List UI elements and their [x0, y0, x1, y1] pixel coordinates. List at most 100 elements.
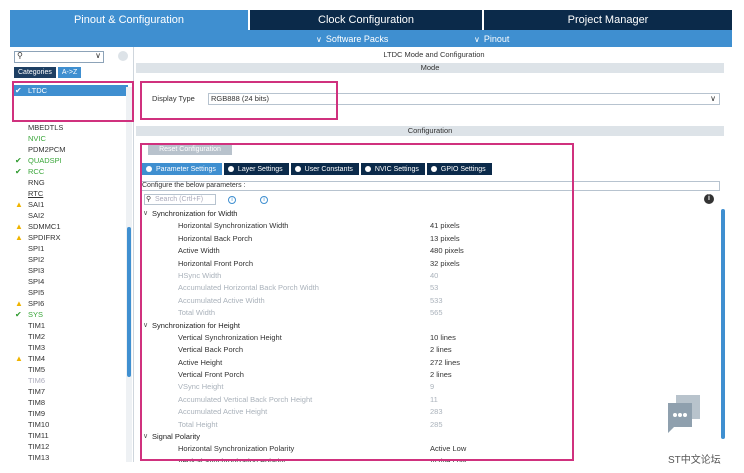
parameter-value[interactable]: Active Low	[430, 456, 466, 462]
peripheral-item[interactable]: TIM2	[14, 331, 128, 342]
parameter-row[interactable]: Horizontal Back Porch 13 pixels	[142, 233, 718, 245]
parameter-value[interactable]: 32 pixels	[430, 258, 460, 270]
parameter-name: HSync Width	[178, 270, 222, 280]
parameter-name: Horizontal Synchronization Polarity	[178, 444, 295, 454]
config-tab-nvic-settings[interactable]: NVIC Settings	[360, 163, 425, 175]
peripheral-item[interactable]: ▲ SAI1	[14, 199, 128, 210]
peripheral-item[interactable]: TIM12	[14, 441, 128, 452]
peripheral-item[interactable]: ✔ QUADSPI	[14, 155, 128, 166]
peripheral-item[interactable]: TIM13	[14, 452, 128, 462]
tab-pinout-configuration[interactable]: Pinout & Configuration	[10, 10, 248, 30]
peripheral-item[interactable]: TIM7	[14, 386, 128, 397]
peripheral-item[interactable]: PDM2PCM	[14, 144, 128, 155]
peripheral-item[interactable]: ✔ SYS	[14, 309, 128, 320]
chevron-down-icon[interactable]: ∨	[143, 431, 148, 443]
peripheral-item[interactable]: ▲ SPDIFRX	[14, 232, 128, 243]
parameter-row[interactable]: Horizontal Synchronization Width 41 pixel…	[142, 220, 718, 232]
peripheral-item[interactable]: TIM8	[14, 397, 128, 408]
parameter-row[interactable]: Horizontal Synchronization Polarity Activ…	[142, 443, 718, 455]
parameter-value[interactable]: 2 lines	[430, 369, 452, 381]
check-icon: ✔	[15, 156, 22, 165]
peripheral-item[interactable]: SPI5	[14, 287, 128, 298]
peripheral-item[interactable]: NVIC	[14, 133, 128, 144]
parameter-row[interactable]: Active Width 480 pixels	[142, 245, 718, 257]
warning-icon: ▲	[15, 200, 23, 209]
tab-categories[interactable]: Categories	[14, 67, 56, 78]
parameter-scrollbar[interactable]	[720, 207, 726, 462]
peripheral-item[interactable]: SPI2	[14, 254, 128, 265]
search-icon: ⚲	[146, 196, 152, 203]
peripheral-item[interactable]: ✔ LTDC	[14, 85, 128, 96]
parameter-value[interactable]: 2 lines	[430, 344, 452, 356]
peripheral-scrollbar[interactable]	[126, 87, 132, 462]
gear-icon[interactable]	[118, 51, 128, 61]
peripheral-item[interactable]: TIM9	[14, 408, 128, 419]
parameter-group[interactable]: ∨ Synchronization for Height	[142, 320, 718, 332]
info-icon[interactable]: i	[260, 196, 268, 204]
peripheral-item[interactable]: TIM11	[14, 430, 128, 441]
config-tab-parameter-settings[interactable]: Parameter Settings	[142, 163, 222, 175]
chevron-down-icon[interactable]: ∨	[143, 208, 148, 220]
parameter-name: Accumulated Active Height	[178, 407, 268, 417]
parameter-list: ∨ Synchronization for Width Horizontal Syn…	[142, 208, 718, 462]
parameter-row[interactable]: Vertical Back Porch 2 lines	[142, 344, 718, 356]
tab-project-manager[interactable]: Project Manager	[484, 10, 732, 30]
parameter-value[interactable]: Active Low	[430, 443, 466, 455]
peripheral-item[interactable]: ▲ SPI6	[14, 298, 128, 309]
peripheral-item[interactable]: TIM3	[14, 342, 128, 353]
chevron-down-icon: ∨	[474, 34, 480, 44]
parameter-group[interactable]: ∨ Synchronization for Width	[142, 208, 718, 220]
chevron-down-icon[interactable]: ∨	[143, 320, 148, 332]
parameter-row[interactable]: Horizontal Front Porch 32 pixels	[142, 258, 718, 270]
peripheral-item[interactable]: ▲ SDMMC1	[14, 221, 128, 232]
config-tab-user-constants[interactable]: User Constants	[290, 163, 359, 175]
peripheral-item[interactable]: TIM10	[14, 419, 128, 430]
peripheral-item[interactable]: ✔ RCC	[14, 166, 128, 177]
peripheral-item[interactable]: SPI1	[14, 243, 128, 254]
peripheral-item[interactable]: SPI3	[14, 265, 128, 276]
page-title: LTDC Mode and Configuration	[383, 50, 485, 59]
chevron-down-icon: ∨	[316, 34, 322, 44]
parameter-row[interactable]: Vertical Synchronization Polarity Active …	[142, 456, 718, 462]
software-packs-menu[interactable]: ∨ Software Packs	[316, 34, 388, 44]
parameter-search-input[interactable]: ⚲ Search (Crtl+F)	[144, 194, 216, 205]
config-tab-gpio-settings[interactable]: GPIO Settings	[426, 163, 492, 175]
parameter-row[interactable]: Vertical Front Porch 2 lines	[142, 369, 718, 381]
parameter-name: Horizontal Back Porch	[178, 233, 253, 243]
parameter-value[interactable]: 10 lines	[430, 332, 456, 344]
tab-clock-configuration[interactable]: Clock Configuration	[250, 10, 482, 30]
chevron-down-icon[interactable]: ∨	[95, 51, 101, 60]
parameter-group[interactable]: ∨ Signal Polarity	[142, 431, 718, 443]
peripheral-item[interactable]: SPI4	[14, 276, 128, 287]
peripheral-item[interactable]: RNG	[14, 177, 128, 188]
peripheral-item[interactable]: RTC	[14, 188, 128, 199]
peripheral-item[interactable]: ▲ TIM4	[14, 353, 128, 364]
peripheral-item[interactable]: TIM6	[14, 375, 128, 386]
scrollbar-thumb[interactable]	[127, 227, 131, 377]
parameter-name: Active Width	[178, 246, 220, 256]
info-icon[interactable]: i	[228, 196, 236, 204]
parameter-name: Signal Polarity	[152, 432, 200, 442]
tab-a-z[interactable]: A->Z	[57, 67, 82, 78]
display-type-select[interactable]: RGB888 (24 bits) ∨	[208, 93, 720, 105]
peripheral-item[interactable]: TIM5	[14, 364, 128, 375]
config-tab-layer-settings[interactable]: Layer Settings	[223, 163, 289, 175]
reset-configuration-button[interactable]: Reset Configuration	[148, 143, 232, 155]
parameter-value[interactable]: 41 pixels	[430, 220, 460, 232]
configuration-description: Configure the below parameters :	[140, 181, 720, 191]
parameter-value[interactable]: 480 pixels	[430, 245, 464, 257]
status-dot-icon	[430, 166, 437, 172]
parameter-row[interactable]: Active Height 272 lines	[142, 357, 718, 369]
parameter-value[interactable]: 13 pixels	[430, 233, 460, 245]
info-icon[interactable]: i	[704, 194, 714, 204]
peripheral-item[interactable]: MBEDTLS	[14, 122, 128, 133]
peripheral-item[interactable]: TIM1	[14, 320, 128, 331]
parameter-row[interactable]: Vertical Synchronization Height 10 lines	[142, 332, 718, 344]
parameter-row: VSync Height 9	[142, 381, 718, 393]
peripheral-search-input[interactable]: ⚲ ∨	[14, 51, 104, 63]
parameter-value: 53	[430, 283, 439, 293]
pinout-menu[interactable]: ∨ Pinout	[474, 34, 509, 44]
scrollbar-thumb[interactable]	[721, 209, 725, 439]
peripheral-item[interactable]: SAI2	[14, 210, 128, 221]
parameter-value[interactable]: 272 lines	[430, 357, 460, 369]
